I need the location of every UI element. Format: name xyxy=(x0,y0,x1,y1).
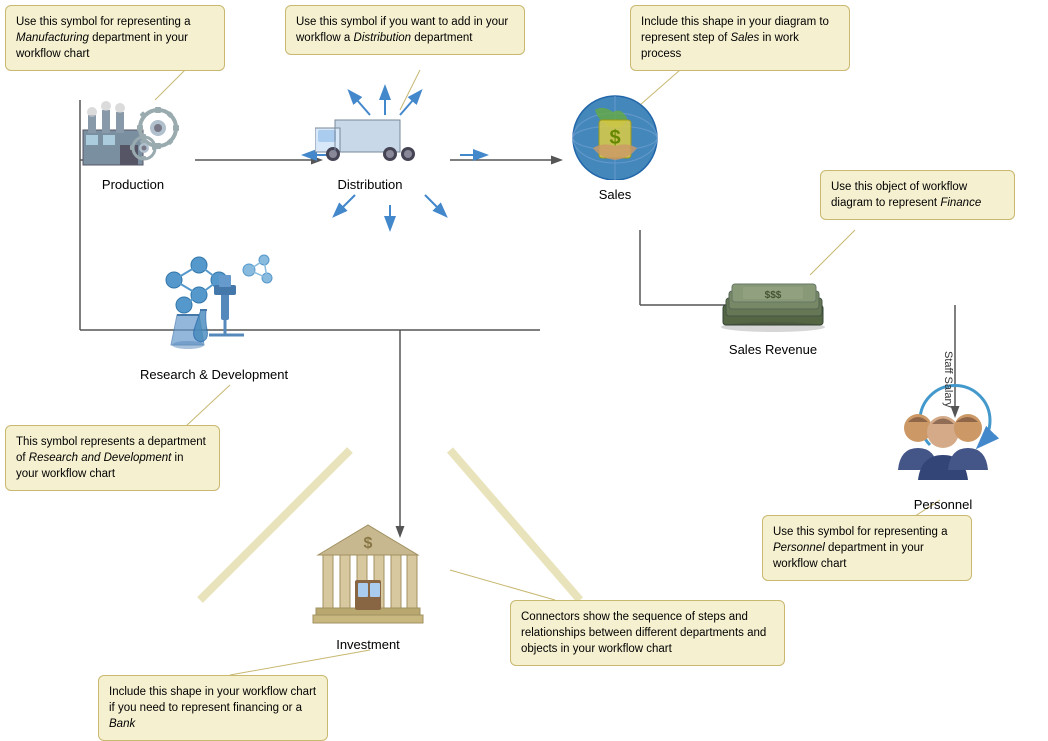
node-sales-revenue: $$$ Sales Revenue xyxy=(718,255,828,357)
callout-distribution: Use this symbol if you want to add in yo… xyxy=(285,5,525,55)
svg-text:$$$: $$$ xyxy=(765,290,782,301)
personnel-italic: Personnel xyxy=(773,542,825,554)
callout-sales: Include this shape in your diagram to re… xyxy=(630,5,850,71)
research-italic: Research and Development xyxy=(29,452,172,464)
personnel-label: Personnel xyxy=(888,497,998,512)
svg-text:$: $ xyxy=(364,535,373,552)
callout-personnel: Use this symbol for representing a Perso… xyxy=(762,515,972,581)
callout-bank: Include this shape in your workflow char… xyxy=(98,675,328,741)
sales-revenue-label: Sales Revenue xyxy=(718,342,828,357)
node-distribution: Distribution xyxy=(315,100,425,192)
distribution-label: Distribution xyxy=(315,177,425,192)
sales-label: Sales xyxy=(565,187,665,202)
finance-italic: Finance xyxy=(940,197,981,209)
sales-italic: Sales xyxy=(731,32,760,44)
manufacturing-italic: Manufacturing xyxy=(16,32,89,44)
research-label: Research & Development xyxy=(140,367,288,382)
production-label: Production xyxy=(78,177,188,192)
staff-salary-label: Staff Salary xyxy=(942,351,954,408)
investment-label: Investment xyxy=(308,637,428,652)
bank-italic: Bank xyxy=(109,718,135,730)
callout-connectors: Connectors show the sequence of steps an… xyxy=(510,600,785,666)
distribution-italic: Distribution xyxy=(354,32,412,44)
node-personnel: Personnel xyxy=(888,400,998,512)
node-sales: $ Sales xyxy=(565,90,665,202)
callout-finance: Use this object of workflow diagram to r… xyxy=(820,170,1015,220)
node-research: Research & Development xyxy=(140,250,288,382)
callout-manufacturing: Use this symbol for representing a Manuf… xyxy=(5,5,225,71)
callout-research: This symbol represents a department of R… xyxy=(5,425,220,491)
node-investment: $ Investment xyxy=(308,520,428,652)
node-production: Production xyxy=(78,90,188,192)
